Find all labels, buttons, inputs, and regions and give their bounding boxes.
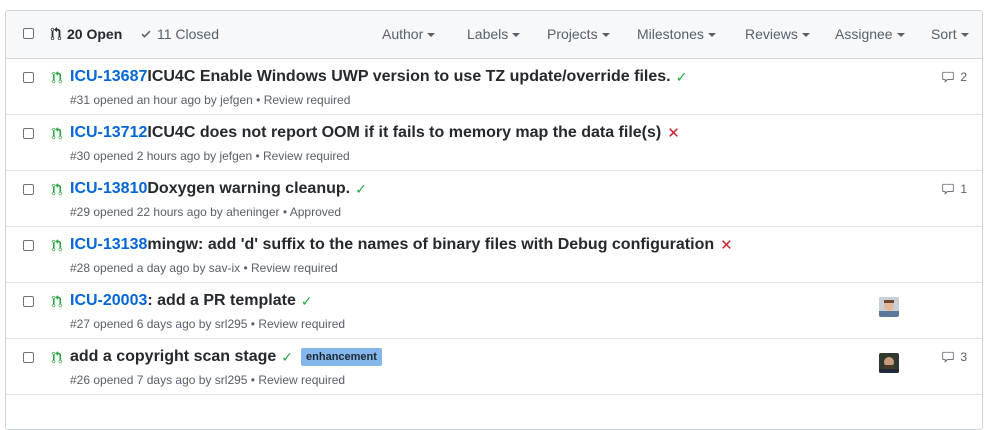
assignee-avatar[interactable] xyxy=(879,353,899,373)
caret-down-icon xyxy=(427,33,436,37)
comment-count: 2 xyxy=(960,70,967,84)
x-icon[interactable]: ✕ xyxy=(720,236,733,254)
assignee-avatar[interactable] xyxy=(879,297,899,317)
assignee-filter[interactable]: Assignee xyxy=(835,26,905,42)
row-checkbox[interactable] xyxy=(23,296,34,307)
closed-filter[interactable]: 11 Closed xyxy=(140,26,219,42)
check-icon[interactable]: ✓ xyxy=(281,349,293,366)
row-checkbox[interactable] xyxy=(23,128,34,139)
open-pull-request-icon xyxy=(52,183,62,196)
pull-request-meta: #26 opened 7 days ago by srl295 • Review… xyxy=(70,373,346,387)
pull-request-title[interactable]: mingw: add 'd' suffix to the names of bi… xyxy=(147,236,714,254)
check-icon[interactable]: ✓ xyxy=(355,181,367,198)
pull-request-row: ICU-13687 ICU4C Enable Windows UWP versi… xyxy=(6,59,982,115)
row-checkbox[interactable] xyxy=(23,72,34,83)
pull-request-row: ICU-20003 : add a PR template ✓ #27 opene… xyxy=(6,283,982,339)
pull-request-title[interactable]: Doxygen warning cleanup. xyxy=(147,180,350,198)
comments-link[interactable]: 2 xyxy=(941,70,967,84)
author-filter-label: Author xyxy=(382,26,424,42)
ticket-link[interactable]: ICU-13712 xyxy=(70,124,147,142)
caret-down-icon xyxy=(707,33,716,37)
reviews-filter-label: Reviews xyxy=(745,26,798,42)
caret-down-icon xyxy=(960,33,969,37)
comments-link[interactable]: 3 xyxy=(941,350,967,364)
x-icon[interactable]: ✕ xyxy=(667,124,680,142)
open-count-label: 20 Open xyxy=(67,26,123,42)
open-filter[interactable]: 20 Open xyxy=(50,26,122,42)
caret-down-icon xyxy=(896,33,905,37)
avatar-image xyxy=(879,353,899,373)
ticket-link[interactable]: ICU-13687 xyxy=(70,68,147,86)
comment-count: 3 xyxy=(960,350,967,364)
row-checkbox[interactable] xyxy=(23,352,34,363)
pull-request-meta: #29 opened 22 hours ago by aheninger • A… xyxy=(70,205,342,219)
pull-request-meta: #27 opened 6 days ago by srl295 • Review… xyxy=(70,317,346,331)
row-checkbox[interactable] xyxy=(23,240,34,251)
check-icon[interactable]: ✓ xyxy=(676,69,688,86)
assignee-filter-label: Assignee xyxy=(835,26,893,42)
open-pull-request-icon xyxy=(52,239,62,252)
comment-count: 1 xyxy=(960,182,967,196)
pull-request-meta: #30 opened 2 hours ago by jefgen • Revie… xyxy=(70,149,350,163)
check-icon xyxy=(141,30,151,38)
labels-filter-label: Labels xyxy=(467,26,509,42)
projects-filter-label: Projects xyxy=(547,26,598,42)
closed-count-label: 11 Closed xyxy=(157,26,220,42)
caret-down-icon xyxy=(601,33,610,37)
select-all-checkbox[interactable] xyxy=(23,28,34,39)
list-header: 20 Open 11 Closed Author Labels Projects… xyxy=(6,11,982,59)
sort-filter[interactable]: Sort xyxy=(931,26,969,42)
caret-down-icon xyxy=(512,33,521,37)
enhancement-label[interactable]: enhancement xyxy=(301,348,382,366)
ticket-link[interactable]: ICU-13810 xyxy=(70,180,147,198)
pull-request-meta: #28 opened a day ago by sav-ix • Review … xyxy=(70,261,338,275)
labels-filter[interactable]: Labels xyxy=(467,26,521,42)
pull-request-meta: #31 opened an hour ago by jefgen • Revie… xyxy=(70,93,351,107)
open-pull-request-icon xyxy=(52,295,62,308)
pull-request-list: 20 Open 11 Closed Author Labels Projects… xyxy=(5,10,983,430)
open-pull-request-icon xyxy=(52,351,62,364)
comment-icon xyxy=(942,183,954,195)
reviews-filter[interactable]: Reviews xyxy=(745,26,810,42)
ticket-link[interactable]: ICU-20003 xyxy=(70,292,147,310)
caret-down-icon xyxy=(801,33,810,37)
pull-request-title[interactable]: : add a PR template xyxy=(147,292,295,310)
comment-icon xyxy=(942,71,954,83)
pull-request-title[interactable]: ICU4C does not report OOM if it fails to… xyxy=(147,124,661,142)
comment-icon xyxy=(942,351,954,363)
projects-filter[interactable]: Projects xyxy=(547,26,610,42)
open-pull-request-icon xyxy=(52,127,62,140)
pull-request-title[interactable]: ICU4C Enable Windows UWP version to use … xyxy=(147,68,670,86)
pull-request-row: ICU-13810 Doxygen warning cleanup. ✓ #29 … xyxy=(6,171,982,227)
pull-request-row: add a copyright scan stage ✓ enhancement #… xyxy=(6,339,982,395)
ticket-link[interactable]: ICU-13138 xyxy=(70,236,147,254)
check-icon[interactable]: ✓ xyxy=(301,293,313,310)
comments-link[interactable]: 1 xyxy=(941,182,967,196)
row-checkbox[interactable] xyxy=(23,184,34,195)
author-filter[interactable]: Author xyxy=(382,26,436,42)
open-pull-request-icon xyxy=(52,71,62,84)
pull-request-title[interactable]: add a copyright scan stage xyxy=(70,348,276,366)
pull-request-row: ICU-13138 mingw: add 'd' suffix to the n… xyxy=(6,227,982,283)
pull-request-row: ICU-13712 ICU4C does not report OOM if i… xyxy=(6,115,982,171)
sort-filter-label: Sort xyxy=(931,26,957,42)
pull-request-icon xyxy=(50,27,62,41)
milestones-filter[interactable]: Milestones xyxy=(637,26,716,42)
avatar-image xyxy=(879,297,899,317)
milestones-filter-label: Milestones xyxy=(637,26,704,42)
